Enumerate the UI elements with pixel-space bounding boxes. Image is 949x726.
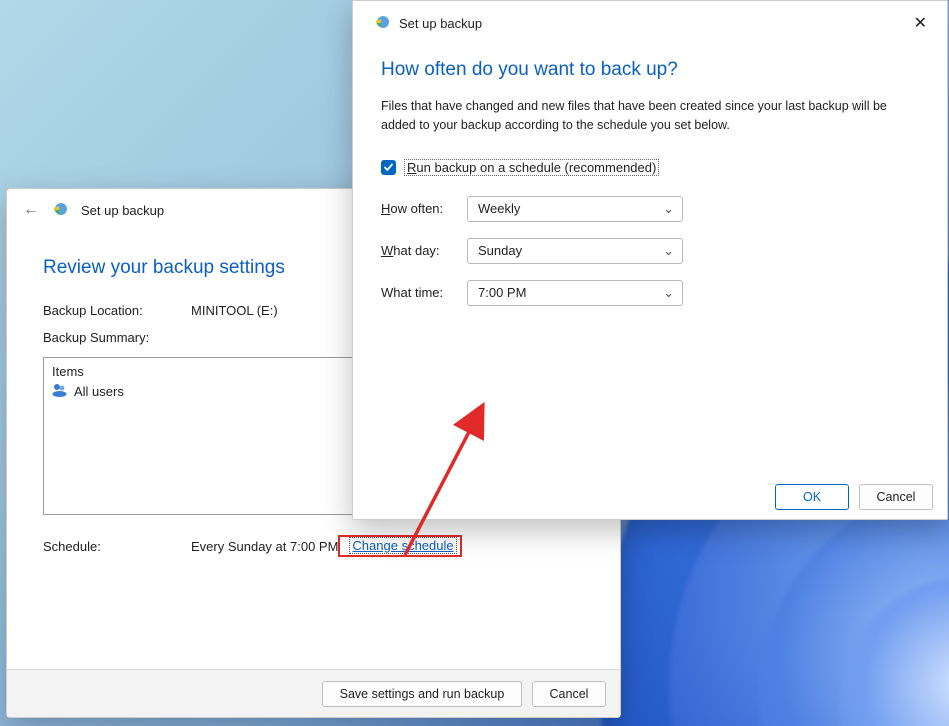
- change-schedule-link[interactable]: Change schedule: [349, 537, 456, 554]
- schedule-value: Every Sunday at 7:00 PM: [191, 539, 338, 554]
- dialog-heading: How often do you want to back up?: [381, 59, 919, 81]
- dialog-titlebar: Set up backup ✕: [353, 1, 947, 41]
- how-often-label: How often:: [381, 201, 467, 216]
- back-arrow-icon[interactable]: ←: [23, 201, 39, 219]
- what-day-value: Sunday: [478, 243, 522, 258]
- cancel-button[interactable]: Cancel: [859, 484, 933, 510]
- save-settings-run-backup-button[interactable]: Save settings and run backup: [322, 681, 522, 707]
- window-title: Set up backup: [81, 203, 164, 218]
- users-icon: [52, 383, 68, 400]
- dialog-description: Files that have changed and new files th…: [381, 97, 919, 135]
- cancel-button[interactable]: Cancel: [532, 681, 606, 707]
- what-day-label: What day:: [381, 243, 467, 258]
- what-day-row: What day: Sunday ⌄: [381, 238, 919, 264]
- checkbox-icon[interactable]: [381, 160, 396, 175]
- how-often-row: How often: Weekly ⌄: [381, 196, 919, 222]
- what-time-value: 7:00 PM: [478, 285, 526, 300]
- backup-summary-label: Backup Summary:: [43, 330, 191, 345]
- dialog-footer: OK Cancel: [353, 475, 947, 519]
- checkbox-label: Run backup on a schedule (recommended): [404, 159, 659, 176]
- schedule-checkbox-row[interactable]: Run backup on a schedule (recommended): [381, 159, 919, 176]
- what-time-label: What time:: [381, 285, 467, 300]
- shield-globe-icon: [51, 201, 69, 219]
- chevron-down-icon: ⌄: [663, 201, 674, 217]
- backup-location-value: MINITOOL (E:): [191, 303, 278, 318]
- chevron-down-icon: ⌄: [663, 285, 674, 301]
- what-day-select[interactable]: Sunday ⌄: [467, 238, 683, 264]
- what-time-row: What time: 7:00 PM ⌄: [381, 280, 919, 306]
- schedule-row: Schedule: Every Sunday at 7:00 PM Change…: [43, 535, 592, 557]
- shield-globe-icon: [373, 14, 391, 32]
- schedule-dialog-window: Set up backup ✕ How often do you want to…: [352, 0, 948, 520]
- close-icon[interactable]: ✕: [908, 11, 933, 35]
- what-time-select[interactable]: 7:00 PM ⌄: [467, 280, 683, 306]
- how-often-value: Weekly: [478, 201, 520, 216]
- schedule-label: Schedule:: [43, 539, 191, 554]
- window-footer: Save settings and run backup Cancel: [7, 669, 620, 717]
- ok-button[interactable]: OK: [775, 484, 849, 510]
- backup-location-label: Backup Location:: [43, 303, 191, 318]
- all-users-label: All users: [74, 384, 124, 399]
- dialog-title: Set up backup: [399, 16, 482, 31]
- chevron-down-icon: ⌄: [663, 243, 674, 259]
- how-often-select[interactable]: Weekly ⌄: [467, 196, 683, 222]
- highlight-box: Change schedule: [338, 535, 461, 557]
